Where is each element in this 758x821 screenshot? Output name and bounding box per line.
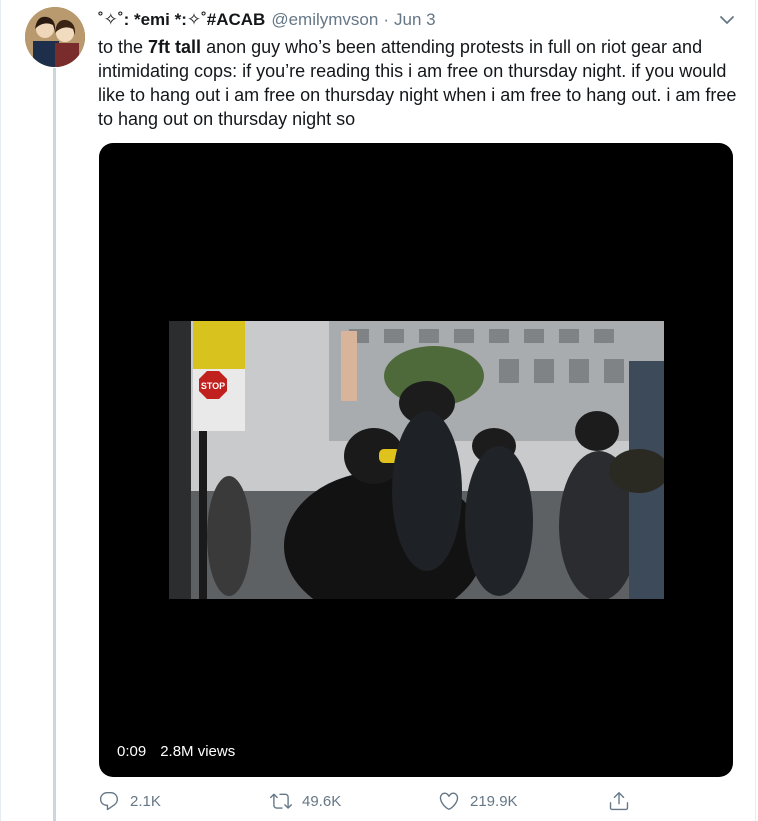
user-handle[interactable]: @emilymvson	[271, 10, 378, 30]
tweet-date[interactable]: Jun 3	[394, 10, 436, 30]
tweet-text-start: to the	[98, 37, 149, 57]
video-views: 2.8M views	[160, 743, 236, 760]
retweet-icon	[270, 790, 292, 812]
thread-line	[53, 68, 56, 821]
retweet-button[interactable]: 49.6K	[270, 790, 341, 812]
reply-button[interactable]: 2.1K	[98, 790, 161, 812]
video-player[interactable]: STOP 0:09 2.8M views	[99, 143, 733, 777]
video-frame: STOP	[169, 321, 664, 599]
share-button[interactable]	[608, 790, 630, 812]
tweet[interactable]: ˚✧˚: *emi *:✧˚#ACAB @emilymvson · Jun 3 …	[0, 0, 758, 821]
like-button[interactable]: 219.9K	[438, 790, 518, 812]
share-icon	[608, 790, 630, 812]
tweet-actions: 2.1K 49.6K 219.9K	[98, 790, 638, 814]
right-border	[755, 0, 756, 821]
video-duration: 0:09	[117, 743, 147, 760]
heart-icon	[438, 790, 460, 812]
separator-dot: ·	[383, 10, 389, 29]
retweet-count: 49.6K	[302, 792, 342, 810]
display-name[interactable]: ˚✧˚: *emi *:✧˚#ACAB	[98, 10, 265, 30]
tweet-text-bold: 7ft tall	[148, 37, 202, 57]
tweet-header: ˚✧˚: *emi *:✧˚#ACAB @emilymvson · Jun 3	[98, 10, 436, 32]
avatar[interactable]	[25, 7, 85, 67]
like-count: 219.9K	[470, 792, 518, 810]
left-border	[0, 0, 1, 821]
reply-count: 2.1K	[130, 792, 161, 810]
chevron-down-icon[interactable]	[716, 11, 738, 29]
stop-sign-text: STOP	[201, 381, 225, 391]
video-meta: 0:09 2.8M views	[117, 743, 235, 760]
reply-icon	[98, 790, 120, 812]
tweet-text: to the 7ft tall anon guy who’s been atte…	[98, 35, 738, 131]
